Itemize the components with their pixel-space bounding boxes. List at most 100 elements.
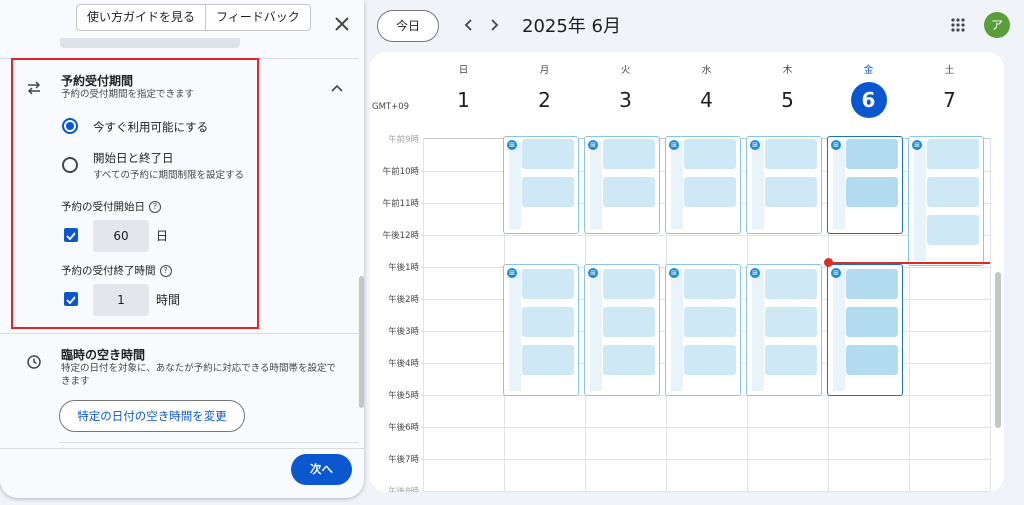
weekday-label: 水 <box>701 65 712 76</box>
calendar-slot-icon: ⊞ <box>588 140 598 150</box>
appointment-block[interactable] <box>522 177 574 207</box>
calendar-title: 2025年 6月 <box>522 16 621 37</box>
date-number[interactable]: 6 <box>850 82 887 118</box>
calendar-slot-icon: ⊞ <box>507 140 517 150</box>
collapsed-section-bar <box>60 38 240 48</box>
hour-label: 午後1時 <box>388 263 419 273</box>
hour-label: 午前11時 <box>382 199 419 209</box>
appointment-block[interactable] <box>522 139 574 169</box>
next-button[interactable]: 次へ <box>291 454 352 485</box>
appointment-block[interactable] <box>846 269 898 299</box>
date-number[interactable]: 2 <box>527 82 563 118</box>
guide-button[interactable]: 使い方ガイドを見る <box>77 5 205 30</box>
appointment-block[interactable] <box>684 177 736 207</box>
slot-stripe <box>914 141 926 261</box>
date-number[interactable]: 1 <box>446 82 482 118</box>
appointment-block[interactable] <box>765 307 817 337</box>
availability-slot[interactable]: ⊞ <box>746 264 822 396</box>
hour-line <box>423 427 990 428</box>
today-button[interactable]: 今日 <box>377 10 439 42</box>
weekday-label: 土 <box>944 65 955 76</box>
availability-slot[interactable]: ⊞ <box>827 264 903 396</box>
day-header-2[interactable]: 月2 <box>504 62 585 118</box>
footer-divider <box>0 448 364 449</box>
date-number[interactable]: 3 <box>608 82 644 118</box>
appointment-block[interactable] <box>522 269 574 299</box>
change-specific-date-button[interactable]: 特定の日付の空き時間を変更 <box>59 400 245 432</box>
appointment-block[interactable] <box>603 345 655 375</box>
weekday-label: 火 <box>620 65 631 76</box>
close-icon[interactable] <box>330 12 354 36</box>
highlight-box <box>11 58 259 329</box>
panel-scrollbar[interactable] <box>359 276 364 408</box>
day-header-3[interactable]: 火3 <box>585 62 666 118</box>
chevron-right-icon[interactable] <box>484 15 504 35</box>
hour-label: 午後6時 <box>388 423 419 433</box>
slot-stripe <box>590 269 602 391</box>
current-time-line <box>828 262 990 264</box>
appointment-block[interactable] <box>684 345 736 375</box>
hour-label: 午後4時 <box>388 359 419 369</box>
hour-label: 午後3時 <box>388 327 419 337</box>
availability-slot[interactable]: ⊞ <box>746 136 822 234</box>
appointment-block[interactable] <box>603 307 655 337</box>
slot-stripe <box>509 141 521 229</box>
chevron-left-icon[interactable] <box>459 15 479 35</box>
booking-settings-panel: 使い方ガイドを見る フィードバック 予約受付期間 予約の受付期間を指定できます … <box>0 0 364 498</box>
appointment-block[interactable] <box>603 177 655 207</box>
availability-slot[interactable]: ⊞ <box>665 264 741 396</box>
day-header-5[interactable]: 木5 <box>747 62 828 118</box>
appointment-block[interactable] <box>765 177 817 207</box>
date-number[interactable]: 5 <box>770 82 806 118</box>
appointment-block[interactable] <box>927 139 979 169</box>
hour-label: 午前10時 <box>382 167 419 177</box>
chevron-up-icon[interactable] <box>329 80 345 96</box>
appointment-block[interactable] <box>684 139 736 169</box>
day-header-6[interactable]: 金6 <box>828 62 909 118</box>
appointment-block[interactable] <box>927 215 979 245</box>
calendar-slot-icon: ⊞ <box>750 268 760 278</box>
hour-line <box>423 235 990 236</box>
availability-slot[interactable]: ⊞ <box>665 136 741 234</box>
slot-stripe <box>833 141 845 229</box>
calendar-slot-icon: ⊞ <box>588 268 598 278</box>
day-header-1[interactable]: 日1 <box>423 62 504 118</box>
availability-slot[interactable]: ⊞ <box>503 264 579 396</box>
appointment-block[interactable] <box>522 345 574 375</box>
weekday-label: 月 <box>539 65 550 76</box>
feedback-button[interactable]: フィードバック <box>205 5 310 30</box>
availability-slot[interactable]: ⊞ <box>503 136 579 234</box>
appointment-block[interactable] <box>684 269 736 299</box>
appointment-block[interactable] <box>765 269 817 299</box>
temp-availability-desc-1: 特定の日付を対象に、あなたが予約に対応できる時間帯を設定で <box>61 363 337 374</box>
day-header-7[interactable]: 土7 <box>909 62 990 118</box>
hour-line <box>423 459 990 460</box>
appointment-block[interactable] <box>846 307 898 337</box>
appointment-block[interactable] <box>846 177 898 207</box>
date-number[interactable]: 4 <box>689 82 725 118</box>
apps-grid-icon[interactable] <box>950 17 966 33</box>
appointment-block[interactable] <box>927 177 979 207</box>
day-header-4[interactable]: 水4 <box>666 62 747 118</box>
date-number[interactable]: 7 <box>932 82 968 118</box>
calendar-scrollbar[interactable] <box>995 272 1001 428</box>
avatar[interactable]: ア <box>984 12 1010 38</box>
appointment-block[interactable] <box>522 307 574 337</box>
appointment-block[interactable] <box>846 139 898 169</box>
appointment-block[interactable] <box>765 139 817 169</box>
appointment-block[interactable] <box>765 345 817 375</box>
temp-availability-desc-2: きます <box>61 376 90 387</box>
appointment-block[interactable] <box>603 139 655 169</box>
appointment-block[interactable] <box>603 269 655 299</box>
availability-slot[interactable]: ⊞ <box>584 264 660 396</box>
appointment-block[interactable] <box>846 345 898 375</box>
calendar-slot-icon: ⊞ <box>507 268 517 278</box>
availability-slot[interactable]: ⊞ <box>908 136 984 266</box>
availability-slot[interactable]: ⊞ <box>827 136 903 234</box>
calendar-slot-icon: ⊞ <box>669 140 679 150</box>
slot-stripe <box>590 141 602 229</box>
hour-label: 午後8時 <box>388 487 419 492</box>
appointment-block[interactable] <box>684 307 736 337</box>
availability-slot[interactable]: ⊞ <box>584 136 660 234</box>
weekday-label: 日 <box>458 65 469 76</box>
